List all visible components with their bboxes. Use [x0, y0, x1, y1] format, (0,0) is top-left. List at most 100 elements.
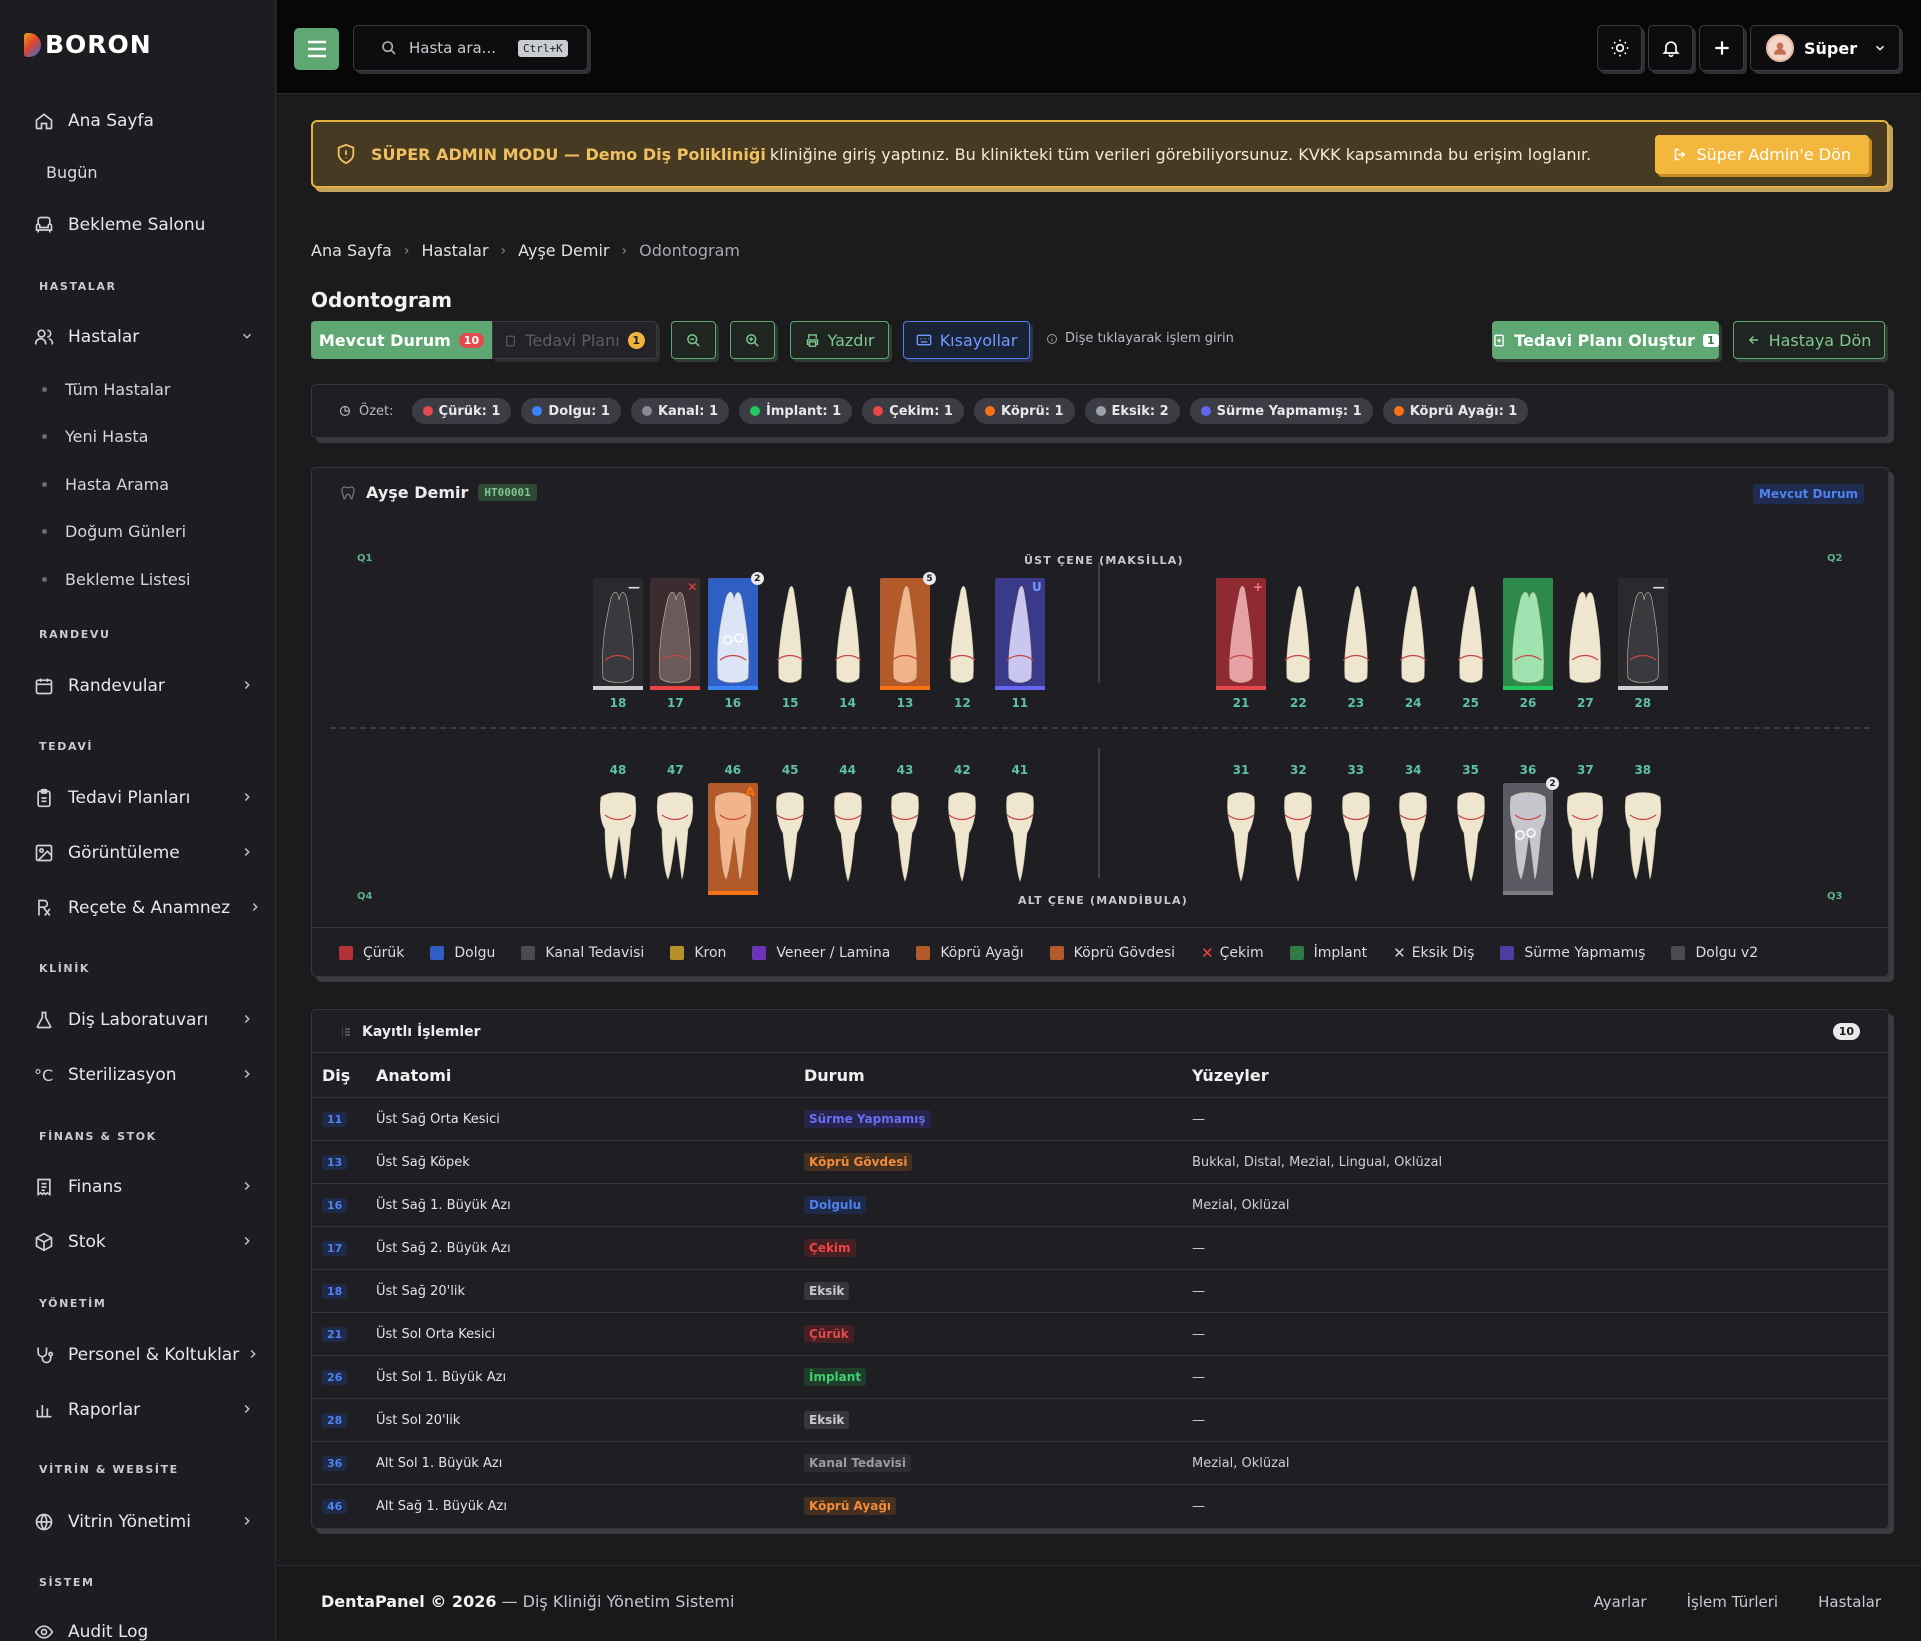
search-input[interactable]: Hasta ara... Ctrl+K: [353, 25, 588, 71]
table-row[interactable]: 21 Üst Sol Orta Kesici Çürük —: [312, 1312, 1888, 1356]
tooth-33[interactable]: 33: [1331, 763, 1381, 893]
sidebar-item-sterilization[interactable]: °C Sterilizasyon: [34, 1065, 254, 1085]
patient-name: Ayşe Demir: [366, 483, 469, 502]
footer-link-procedure-types[interactable]: İşlem Türleri: [1687, 1593, 1779, 1611]
tooth-number: 17: [667, 696, 684, 710]
tooth-23[interactable]: 23: [1331, 578, 1381, 710]
return-super-admin-button[interactable]: Süper Admin'e Dön: [1655, 135, 1869, 174]
user-menu-button[interactable]: Süper: [1750, 25, 1900, 71]
zoom-out-button[interactable]: [671, 321, 716, 359]
tab-treatment-plan[interactable]: Tedavi Planı 1: [492, 321, 657, 359]
tooth-37[interactable]: 37: [1560, 763, 1610, 893]
tooth-number-badge: 16: [322, 1197, 348, 1213]
sidebar-sub-birthdays[interactable]: Doğum Günleri: [42, 522, 186, 541]
breadcrumb-patients[interactable]: Hastalar: [421, 241, 488, 260]
sidebar-item-staff[interactable]: Personel & Koltuklar: [34, 1345, 260, 1365]
tooth-12[interactable]: 12: [937, 578, 987, 710]
legend-label: Kanal Tedavisi: [545, 944, 645, 961]
notifications-button[interactable]: [1648, 25, 1693, 71]
arrow-left-icon: [1748, 336, 1758, 344]
tooth-shape: [1567, 792, 1604, 880]
tooth-18[interactable]: 18 —: [593, 578, 643, 710]
tooth-32[interactable]: 32: [1273, 763, 1323, 893]
tooth-38[interactable]: 38: [1618, 763, 1668, 893]
theme-toggle-button[interactable]: [1597, 25, 1642, 71]
tooth-13[interactable]: 13 5: [880, 572, 936, 710]
tooth-17[interactable]: 17 ✕: [650, 578, 701, 710]
add-new-button[interactable]: [1699, 25, 1744, 71]
table-row[interactable]: 18 Üst Sağ 20'lik Eksik —: [312, 1269, 1888, 1313]
tooth-41[interactable]: 41: [995, 763, 1045, 893]
section-treatment: TEDAVİ: [39, 740, 94, 753]
chevron-down-icon: [1876, 45, 1885, 51]
tooth-22[interactable]: 22: [1273, 578, 1323, 710]
tooth-26[interactable]: 26: [1503, 578, 1553, 710]
column-header-tooth[interactable]: Diş: [312, 1052, 376, 1098]
tooth-25[interactable]: 25: [1446, 578, 1496, 710]
tooth-11[interactable]: 11 U: [994, 578, 1045, 710]
table-row[interactable]: 11 Üst Sağ Orta Kesici Sürme Yapmamış —: [312, 1097, 1888, 1141]
breadcrumb-patient[interactable]: Ayşe Demir: [518, 241, 609, 260]
menu-toggle-button[interactable]: [294, 28, 339, 70]
table-row[interactable]: 46 Alt Sağ 1. Büyük Azı Köprü Ayağı —: [312, 1484, 1888, 1528]
table-row[interactable]: 36 Alt Sol 1. Büyük Azı Kanal Tedavisi Mezi…: [312, 1441, 1888, 1485]
sidebar-sub-patient-search[interactable]: Hasta Arama: [42, 475, 169, 494]
tooth-28[interactable]: 28 —: [1617, 578, 1668, 710]
column-header-surfaces[interactable]: Yüzeyler: [1192, 1052, 1888, 1098]
sidebar-item-imaging[interactable]: Görüntüleme: [34, 843, 254, 863]
tooth-number: 46: [724, 763, 742, 777]
tooth-15[interactable]: 15: [765, 578, 815, 710]
sidebar-item-prescription[interactable]: Reçete & Anamnez: [34, 898, 262, 918]
zoom-in-button[interactable]: [730, 321, 775, 359]
sidebar-item-showcase[interactable]: Vitrin Yönetimi: [34, 1512, 254, 1532]
table-row[interactable]: 16 Üst Sağ 1. Büyük Azı Dolgulu Mezial, Okl…: [312, 1183, 1888, 1227]
sidebar-item-today[interactable]: Bugün: [46, 163, 98, 182]
sidebar-sub-new-patient[interactable]: Yeni Hasta: [42, 427, 148, 446]
sidebar-item-audit-log[interactable]: Audit Log: [34, 1622, 254, 1641]
tooth-24[interactable]: 24: [1388, 578, 1438, 710]
tooth-47[interactable]: 47: [650, 763, 700, 893]
brand-logo[interactable]: BORON: [24, 30, 152, 59]
tooth-14[interactable]: 14: [823, 578, 873, 710]
table-row[interactable]: 13 Üst Sağ Köpek Köprü Gövdesi Bukkal, Dist…: [312, 1140, 1888, 1184]
summary-bar: Özet: Çürük: 1 Dolgu: 1 Kanal: 1 İmplant: 1…: [311, 384, 1889, 438]
sidebar-item-stock[interactable]: Stok: [34, 1232, 254, 1252]
footer-link-patients[interactable]: Hastalar: [1818, 1593, 1881, 1611]
sidebar-sub-waiting-list[interactable]: Bekleme Listesi: [42, 570, 190, 589]
sidebar-item-treatment-plans[interactable]: Tedavi Planları: [34, 788, 254, 808]
tooth-number-badge: 21: [322, 1326, 348, 1342]
create-treatment-plan-button[interactable]: Tedavi Planı Oluştur 1: [1492, 321, 1719, 359]
shortcuts-button[interactable]: Kısayollar: [903, 321, 1030, 359]
tooth-45[interactable]: 45: [765, 763, 815, 893]
tooth-42[interactable]: 42: [937, 763, 987, 893]
table-row[interactable]: 26 Üst Sol 1. Büyük Azı İmplant —: [312, 1355, 1888, 1399]
print-button[interactable]: Yazdır: [790, 321, 889, 359]
tooth-36[interactable]: 36 2: [1503, 763, 1559, 895]
table-row[interactable]: 28 Üst Sol 20'lik Eksik —: [312, 1398, 1888, 1442]
table-row[interactable]: 17 Üst Sağ 2. Büyük Azı Çekim —: [312, 1226, 1888, 1270]
tooth-35[interactable]: 35: [1446, 763, 1496, 893]
tooth-16[interactable]: 16 2: [707, 572, 764, 710]
sidebar-item-reports[interactable]: Raporlar: [34, 1400, 254, 1420]
tooth-21[interactable]: 21 +: [1216, 578, 1266, 710]
tooth-44[interactable]: 44: [823, 763, 873, 893]
sidebar-item-home[interactable]: Ana Sayfa: [34, 111, 254, 131]
sidebar-item-dental-lab[interactable]: Diş Laboratuvarı: [34, 1010, 254, 1030]
tooth-34[interactable]: 34: [1388, 763, 1438, 893]
tooth-31[interactable]: 31: [1216, 763, 1266, 893]
tooth-27[interactable]: 27: [1560, 578, 1610, 710]
back-to-patient-button[interactable]: Hastaya Dön: [1733, 321, 1885, 359]
sidebar-item-patients[interactable]: Hastalar: [34, 327, 254, 347]
footer-link-settings[interactable]: Ayarlar: [1594, 1593, 1647, 1611]
sidebar-item-waiting-room[interactable]: Bekleme Salonu: [34, 215, 254, 235]
sidebar-item-appointments[interactable]: Randevular: [34, 676, 254, 696]
tooth-46[interactable]: 46 A: [707, 763, 758, 895]
breadcrumb-home[interactable]: Ana Sayfa: [311, 241, 392, 260]
column-header-anatomy[interactable]: Anatomi: [376, 1052, 804, 1098]
sidebar-item-finance[interactable]: Finans: [34, 1177, 254, 1197]
tab-current-state[interactable]: Mevcut Durum 10: [311, 321, 492, 359]
sidebar-sub-all-patients[interactable]: Tüm Hastalar: [42, 380, 170, 399]
tooth-43[interactable]: 43: [880, 763, 930, 893]
column-header-status[interactable]: Durum: [804, 1052, 1192, 1098]
tooth-48[interactable]: 48: [593, 763, 643, 893]
